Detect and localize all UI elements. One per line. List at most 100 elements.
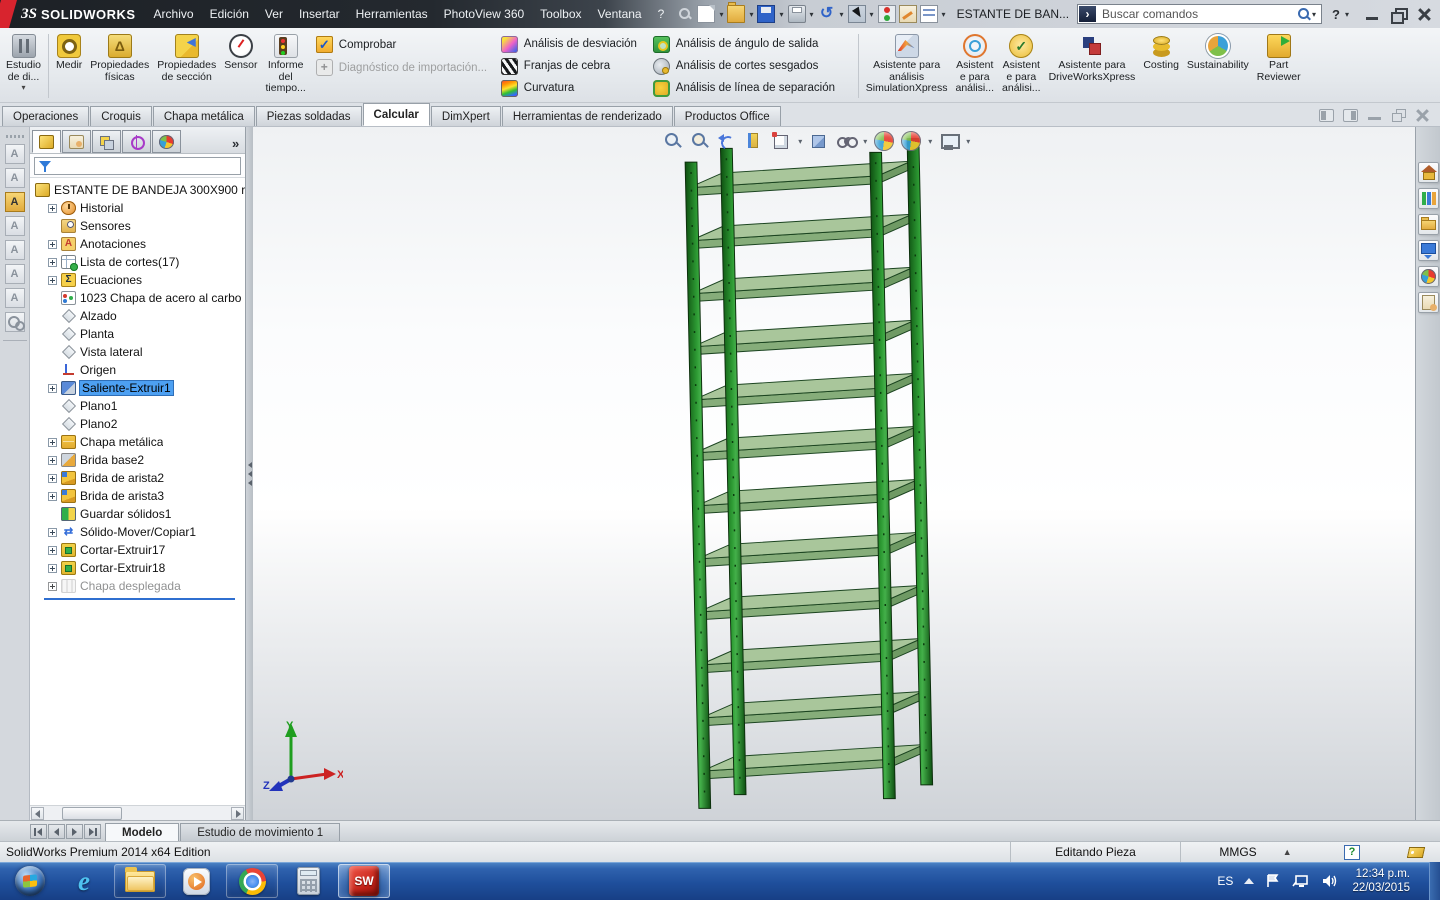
tree-item[interactable]: Anotaciones — [30, 235, 245, 253]
search-caret[interactable]: ▾ — [1311, 10, 1317, 19]
undo-icon[interactable]: ↺ — [818, 5, 836, 23]
ribbon-button[interactable]: Propiedades de sección — [153, 30, 220, 84]
menu-item[interactable]: Ventana — [590, 0, 650, 28]
print-caret[interactable]: ▾ — [809, 10, 815, 19]
menu-item[interactable]: ? — [650, 0, 673, 28]
menu-item[interactable]: Insertar — [291, 0, 348, 28]
apply-scene-caret[interactable]: ▾ — [928, 137, 932, 146]
annotation-star-icon[interactable] — [4, 144, 25, 164]
expander-icon[interactable] — [48, 437, 57, 447]
menu-item[interactable]: Edición — [202, 0, 257, 28]
graphics-area[interactable]: ▾ ▾ ▾ ▾ Y X Z — [253, 127, 1415, 820]
tree-item[interactable]: Chapa desplegada — [30, 577, 245, 595]
first-tab-icon[interactable] — [30, 824, 47, 839]
view-orientation-icon[interactable] — [771, 131, 791, 151]
start-button[interactable] — [6, 864, 54, 898]
select-caret[interactable]: ▾ — [869, 10, 875, 19]
tree-item[interactable]: Historial — [30, 199, 245, 217]
tree-item[interactable]: Chapa metálica — [30, 433, 245, 451]
view-settings-icon[interactable] — [939, 131, 961, 151]
view-palette-icon[interactable] — [1417, 240, 1439, 261]
media-player-icon[interactable] — [170, 864, 222, 898]
display-style-icon[interactable] — [809, 131, 829, 151]
view-orientation-caret[interactable]: ▾ — [798, 137, 802, 146]
quick-tips-icon[interactable]: ? — [1344, 844, 1360, 860]
expander-icon[interactable] — [48, 545, 57, 555]
ribbon-wizard-button[interactable]: Asistente para análisis SimulationXpress — [862, 30, 952, 96]
tree-item[interactable]: Guardar sólidos1 — [30, 505, 245, 523]
resources-home-icon[interactable] — [1417, 162, 1439, 183]
annotation-frame-icon[interactable] — [4, 288, 25, 308]
previous-tab-icon[interactable] — [48, 824, 65, 839]
ribbon-row-button[interactable]: Comprobar — [315, 35, 396, 54]
featuremanager-tab-icon[interactable] — [32, 130, 61, 153]
expander-icon[interactable] — [48, 383, 57, 393]
tree-item[interactable]: Sólido-Mover/Copiar1 — [30, 523, 245, 541]
select-cursor-icon[interactable] — [847, 5, 866, 23]
open-caret[interactable]: ▾ — [748, 10, 754, 19]
volume-icon[interactable] — [1321, 873, 1337, 889]
design-library-icon[interactable] — [1417, 188, 1439, 209]
network-icon[interactable] — [1292, 873, 1310, 889]
menu-item[interactable]: Toolbox — [532, 0, 589, 28]
expander-icon[interactable] — [48, 455, 57, 465]
options-caret[interactable]: ▾ — [941, 10, 947, 19]
ribbon-row-button[interactable]: Análisis de desviación — [500, 35, 637, 53]
tree-item[interactable]: Vista lateral — [30, 343, 245, 361]
tree-item[interactable]: Brida de arista2 — [30, 469, 245, 487]
interference-lights-icon[interactable] — [877, 5, 896, 23]
units-selector[interactable]: MMGS ▲ — [1180, 842, 1330, 862]
tree-item[interactable]: Origen — [30, 361, 245, 379]
dimxpertmanager-tab-icon[interactable] — [122, 130, 151, 153]
model-tab[interactable]: Modelo — [105, 823, 180, 841]
menu-search-icon[interactable] — [678, 7, 691, 21]
calculator-icon[interactable] — [282, 864, 334, 898]
ribbon-row-button[interactable]: Análisis de ángulo de salida — [652, 35, 818, 53]
save-caret[interactable]: ▾ — [778, 10, 784, 19]
zoom-fit-icon[interactable] — [663, 131, 683, 151]
tree-item[interactable]: Brida base2 — [30, 451, 245, 469]
tree-item[interactable]: Planta — [30, 325, 245, 343]
displaymanager-tab-icon[interactable] — [152, 130, 181, 153]
new-document-icon[interactable] — [697, 5, 716, 23]
show-desktop-button[interactable] — [1429, 862, 1440, 900]
apply-scene-icon[interactable] — [901, 131, 922, 151]
close-button[interactable] — [1416, 8, 1432, 21]
hide-show-caret[interactable]: ▾ — [863, 137, 867, 146]
tree-filter-input[interactable] — [34, 156, 242, 175]
ribbon-wizard-button[interactable]: Costing — [1139, 30, 1183, 73]
command-search-box[interactable]: Buscar comandos ▾ — [1077, 4, 1323, 24]
solidworks-taskbar-icon[interactable] — [338, 864, 390, 898]
expander-icon[interactable] — [48, 581, 57, 591]
clock[interactable]: 12:34 p.m. 22/03/2015 — [1352, 867, 1410, 895]
print-icon[interactable] — [787, 5, 806, 23]
restore-button[interactable] — [1390, 7, 1408, 24]
ribbon-button[interactable]: Sensor — [220, 30, 261, 73]
expander-icon[interactable] — [48, 275, 57, 285]
gear-tools-icon[interactable] — [4, 312, 25, 332]
menu-item[interactable]: Archivo — [146, 0, 202, 28]
menu-item[interactable]: Herramientas — [348, 0, 436, 28]
view-settings-caret[interactable]: ▾ — [966, 137, 970, 146]
file-properties-icon[interactable] — [898, 5, 917, 23]
tree-item[interactable]: 1023 Chapa de acero al carbo — [30, 289, 245, 307]
previous-view-icon[interactable] — [717, 131, 737, 151]
edit-appearance-icon[interactable] — [874, 131, 895, 151]
command-tab[interactable]: Croquis — [90, 106, 152, 126]
custom-properties-icon[interactable] — [1417, 292, 1439, 313]
doc-minimize-icon[interactable] — [1367, 109, 1382, 122]
model-canvas[interactable] — [253, 127, 1415, 820]
hide-show-items-icon[interactable] — [836, 131, 859, 151]
pane-right-icon[interactable] — [1343, 109, 1358, 122]
section-view-icon[interactable] — [744, 131, 764, 151]
expander-icon[interactable] — [48, 527, 57, 537]
ribbon-wizard-button[interactable]: Asistente para DriveWorksXpress — [1045, 30, 1140, 84]
ribbon-row-button[interactable]: Análisis de línea de separación — [652, 79, 835, 97]
expander-icon[interactable] — [48, 257, 57, 267]
action-center-flag-icon[interactable] — [1265, 873, 1281, 889]
expander-icon[interactable] — [48, 491, 57, 501]
search-flyout-icon[interactable] — [1079, 6, 1097, 22]
tree-item[interactable]: Lista de cortes(17) — [30, 253, 245, 271]
last-tab-icon[interactable] — [84, 824, 101, 839]
ribbon-row-button[interactable]: Franjas de cebra — [500, 57, 610, 75]
